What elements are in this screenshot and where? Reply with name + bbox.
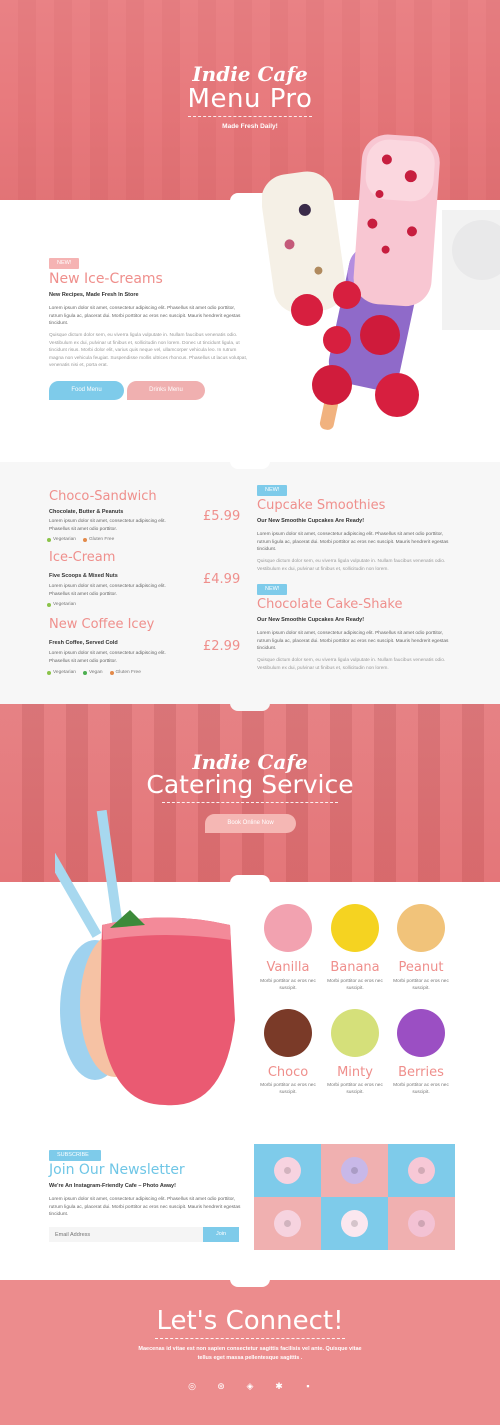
menu-item-sub: Five Scoops & Mixed Nuts — [49, 573, 118, 579]
menu-item-price: £4.99 — [203, 572, 241, 587]
yelp-icon[interactable]: ✱ — [273, 1380, 285, 1392]
tag-vegetarian: Vegetarian — [47, 670, 76, 675]
menu-feature-name: Chocolate Cake-Shake — [257, 597, 403, 612]
footer-text-1: Maecenas id vitae est non sapien consect… — [138, 1346, 362, 1352]
diet-tags: Vegetarian — [47, 602, 76, 607]
menu-feature-sub: Our New Smoothie Cupcakes Are Ready! — [257, 617, 365, 623]
instagram-tile[interactable] — [388, 1144, 455, 1197]
tag-gluten-free: Gluten Free — [109, 670, 141, 675]
instagram-icon[interactable]: ◎ — [186, 1380, 198, 1392]
join-button[interactable]: Join — [203, 1227, 239, 1242]
donut-image — [341, 1210, 368, 1237]
instagram-tile[interactable] — [321, 1144, 388, 1197]
intro-heading: New Ice-Creams — [49, 271, 163, 287]
menu-feature-para-1: Lorem ipsum dolor sit amet, consectetur … — [257, 631, 449, 652]
flavour-name: Minty — [337, 1065, 373, 1080]
menu-item-desc: Lorem ipsum dolor sit amet, consectetur … — [49, 651, 166, 664]
menu-item-price: £2.99 — [203, 639, 241, 654]
menu-item-price: £5.99 — [203, 509, 241, 524]
intro-subheading: New Recipes, Made Fresh In Store — [49, 292, 139, 298]
menu-feature-name: Cupcake Smoothies — [257, 498, 386, 513]
tag-vegan: Vegan — [82, 670, 103, 675]
flavour-name: Peanut — [398, 960, 444, 975]
footer-text-2: tellus eget massa pellentesque sagittis … — [197, 1355, 303, 1361]
hero-tagline: Made Fresh Daily! — [222, 123, 278, 130]
pinterest-icon[interactable]: ⊛ — [215, 1380, 227, 1392]
new-badge: NEW! — [257, 584, 288, 595]
footer-section: Let's Connect! Maecenas id vitae est non… — [0, 1279, 500, 1425]
flavour-desc: Morbi porttitor ac eros nec suscipit. — [260, 979, 316, 991]
flickr-icon[interactable]: ▪ — [302, 1380, 314, 1392]
intro-paragraph-2: Quisque dictum dolor sem, eu viverra lig… — [49, 333, 248, 369]
new-badge: NEW! — [49, 258, 80, 269]
donut-image — [274, 1210, 301, 1237]
flavour-name: Vanilla — [266, 960, 310, 975]
menu-item-name: Choco-Sandwich — [49, 489, 157, 504]
instagram-tile[interactable] — [321, 1197, 388, 1250]
donut-image — [274, 1157, 301, 1184]
email-input[interactable] — [49, 1227, 203, 1242]
menu-item-name: New Coffee Icey — [49, 617, 155, 632]
menu-feature-para-2: Quisque dictum dolor sem, eu viverra lig… — [257, 559, 446, 572]
flavour-name: Choco — [267, 1065, 309, 1080]
flavour-desc: Morbi porttitor ac eros nec suscipit. — [393, 1083, 449, 1095]
footer-notch — [230, 1279, 270, 1287]
snapchat-icon[interactable]: ◈ — [244, 1380, 256, 1392]
flavour-desc: Morbi porttitor ac eros nec suscipit. — [260, 1083, 316, 1095]
donut-image — [341, 1157, 368, 1184]
menu-feature-para-2: Quisque dictum dolor sem, eu viverra lig… — [257, 658, 446, 671]
berries-scoop — [397, 1009, 445, 1057]
choco-scoop — [264, 1009, 312, 1057]
intro-paragraph-1: Lorem ipsum dolor sit amet, consectetur … — [49, 306, 241, 327]
flavour-name: Berries — [398, 1065, 444, 1080]
menu-item-desc: Lorem ipsum dolor sit amet, consectetur … — [49, 519, 166, 532]
banana-scoop — [331, 904, 379, 952]
new-badge: NEW! — [257, 485, 288, 496]
instagram-tile[interactable] — [254, 1197, 321, 1250]
hero-divider — [188, 116, 312, 117]
donut-image — [408, 1210, 435, 1237]
flavour-desc: Morbi porttitor ac eros nec suscipit. — [327, 1083, 383, 1095]
hero-script-title: Indie Cafe — [192, 62, 308, 86]
drinks-menu-button[interactable]: Drinks Menu — [127, 381, 205, 400]
minty-scoop — [331, 1009, 379, 1057]
menu-notch — [230, 461, 270, 469]
vanilla-scoop — [264, 904, 312, 952]
instagram-tile[interactable] — [388, 1197, 455, 1250]
menu-item-sub: Chocolate, Butter & Peanuts — [49, 509, 124, 515]
menu-feature-sub: Our New Smoothie Cupcakes Are Ready! — [257, 518, 365, 524]
menu-item-name: Ice-Cream — [49, 550, 116, 565]
tag-vegetarian: Vegetarian — [47, 602, 76, 607]
flavour-name: Banana — [330, 960, 380, 975]
menu-item-desc: Lorem ipsum dolor sit amet, consectetur … — [49, 584, 166, 597]
diet-tags: Vegetarian Vegan Gluten Free — [47, 670, 141, 675]
tag-gluten-free: Gluten Free — [82, 537, 114, 542]
footer-divider — [155, 1338, 345, 1339]
menu-item-sub: Fresh Coffee, Served Cold — [49, 640, 118, 646]
smoothie-image — [55, 810, 235, 1106]
donut-image — [408, 1157, 435, 1184]
instagram-tile[interactable] — [254, 1144, 321, 1197]
hero-title: Menu Pro — [187, 84, 313, 114]
newsletter-paragraph: Lorem ipsum dolor sit amet, consectetur … — [49, 1197, 241, 1218]
flavour-desc: Morbi porttitor ac eros nec suscipit. — [327, 979, 383, 991]
peanut-scoop — [397, 904, 445, 952]
tag-vegetarian: Vegetarian — [47, 537, 76, 542]
newsletter-subheading: We're An Instagram-Friendly Cafe – Photo… — [49, 1183, 176, 1189]
footer-title: Let's Connect! — [156, 1306, 344, 1336]
flavour-desc: Morbi porttitor ac eros nec suscipit. — [393, 979, 449, 991]
diet-tags: Vegetarian Gluten Free — [47, 537, 114, 542]
popsicles-image — [262, 134, 500, 430]
food-menu-button[interactable]: Food Menu — [49, 381, 124, 400]
catering-divider — [162, 802, 338, 803]
catering-notch — [230, 704, 270, 711]
newsletter-heading: Join Our Newsletter — [49, 1162, 185, 1178]
subscribe-badge: SUBSCRIBE — [49, 1150, 101, 1161]
menu-feature-para-1: Lorem ipsum dolor sit amet, consectetur … — [257, 532, 449, 553]
catering-title: Catering Service — [146, 770, 354, 799]
